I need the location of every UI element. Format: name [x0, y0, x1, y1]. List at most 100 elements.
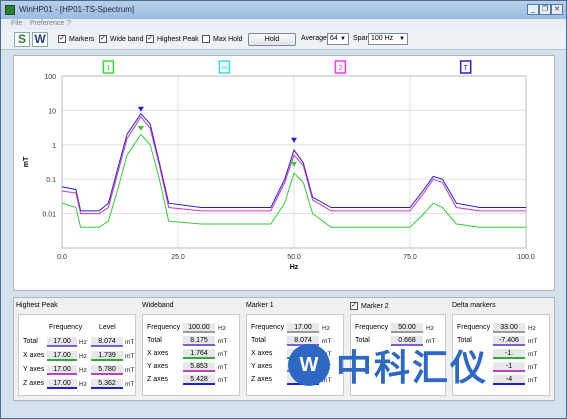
unit: mT [528, 351, 538, 358]
col-level: Level [99, 324, 116, 331]
s-button[interactable]: S [14, 32, 30, 47]
frequency-value: 17.00 [47, 379, 77, 389]
menu-preference[interactable]: Preference [30, 20, 64, 27]
level-value: 5.780 [91, 365, 123, 375]
wideband-panel: Wideband Frequency 100.00 Hz Total 8.175 mT X … [140, 300, 244, 398]
row-value: 5.428 [183, 375, 215, 385]
checkbox-box: ✓ [350, 302, 358, 310]
wideband-checkbox[interactable]: ✓ Wide band [99, 35, 143, 43]
span-select[interactable]: 100 Hz ▼ [368, 33, 408, 45]
unit: mT [125, 381, 135, 388]
spectrum-svg: 0.0 25.0 50.0 75.0 100.0 100 10 1 0.1 0.01 Hz mT 1 2 H… [23, 60, 535, 271]
row-value: 33.00 [493, 323, 525, 333]
spectrum-chart[interactable]: 0.0 25.0 50.0 75.0 100.0 100 10 1 0.1 0.01 Hz mT 1 2 H… [13, 55, 555, 291]
app-window: WinHP01 - [HP01-TS-Spectrum] _ ❐ ✕ File … [0, 0, 567, 419]
y-tick-label: 1 [52, 143, 56, 150]
menu-bar: File Preference ? [1, 19, 566, 30]
hold-button[interactable]: Hold [248, 33, 296, 46]
checkbox-box: ✓ [99, 35, 107, 43]
watermark-text: 中科汇仪 [336, 347, 489, 388]
x-tick-label: 0.0 [57, 254, 67, 261]
peak-marker [137, 106, 144, 112]
row-label: Total [23, 338, 38, 345]
row-label: Z axes [147, 376, 169, 383]
x-axis-label: Hz [290, 264, 299, 271]
y-tick-label: 100 [44, 74, 56, 81]
unit: Hz [79, 381, 87, 388]
title-bar: WinHP01 - [HP01-TS-Spectrum] _ ❐ ✕ [1, 1, 566, 19]
unit: mT [125, 339, 135, 346]
row-value: -1. [493, 349, 525, 359]
menu-help[interactable]: ? [67, 20, 71, 27]
max-hold-checkbox[interactable]: Max Hold [202, 35, 243, 43]
highest-peak-checkbox[interactable]: ✓ Highest Peak [146, 35, 199, 43]
row-value: 50.00 [391, 323, 423, 333]
row-value: 1.764 [183, 349, 215, 359]
row-value: 17.00 [287, 323, 319, 333]
row-value: 8.175 [183, 336, 215, 346]
x-tick-label: 25.0 [171, 254, 185, 261]
checkbox-box: ✓ [146, 35, 154, 43]
panel-title: Delta markers [452, 302, 496, 309]
average-select[interactable]: 64 ▼ [327, 33, 349, 45]
level-value: 5.362 [91, 379, 123, 389]
restore-button[interactable]: ❐ [539, 4, 551, 15]
marker-flag-label: 2 [338, 65, 342, 72]
frequency-value: 17.00 [47, 365, 77, 375]
level-value: 1.739 [91, 351, 123, 361]
watermark-logo-icon: W [288, 344, 330, 386]
panel-title: Marker 2 [361, 302, 389, 310]
markers-checkbox[interactable]: ✓ Markers [58, 35, 94, 43]
menu-file[interactable]: File [11, 20, 22, 27]
row-value: -4 [493, 375, 525, 385]
close-button[interactable]: ✕ [551, 4, 563, 15]
unit: mT [528, 338, 538, 345]
checkbox-label: Markers [69, 35, 95, 43]
row-label: Z axes [251, 376, 273, 383]
row-label: X axes [23, 352, 45, 359]
row-label: Y axes [147, 363, 169, 370]
y-tick-label: 0.1 [46, 177, 56, 184]
w-button[interactable]: W [32, 32, 48, 47]
row-label: Total [251, 337, 266, 344]
unit: Hz [79, 339, 87, 346]
checkbox-label: Max Hold [213, 35, 243, 43]
minimize-button[interactable]: _ [527, 4, 539, 15]
app-icon [5, 5, 15, 15]
checkbox-label: Highest Peak [157, 35, 199, 43]
x-tick-label: 75.0 [403, 254, 417, 261]
y-tick-label: 10 [48, 108, 56, 115]
row-label: Y axes [251, 363, 273, 370]
y-tick-label: 0.01 [42, 212, 56, 219]
row-label: Frequency [457, 324, 491, 331]
unit: mT [125, 367, 135, 374]
checkbox-box [202, 35, 210, 43]
unit: Hz [426, 325, 434, 332]
x-tick-label: 50.0 [287, 254, 301, 261]
row-value: -7.406 [493, 336, 525, 346]
unit: Hz [218, 325, 226, 332]
level-value: 8.074 [91, 337, 123, 347]
marker-flag-label: T [464, 65, 469, 72]
window-title: WinHP01 - [HP01-TS-Spectrum] [19, 5, 135, 14]
y-axis-label: mT [23, 156, 30, 167]
chevron-down-icon: ▼ [340, 36, 346, 42]
panel-title: Highest Peak [16, 302, 58, 309]
panel-title: Wideband [142, 302, 174, 309]
watermark: W 中科汇仪 [288, 339, 488, 391]
col-frequency: Frequency [49, 324, 83, 331]
x-tick-label: 100.0 [517, 254, 535, 261]
unit: mT [218, 338, 228, 345]
average-label: Average [301, 35, 327, 42]
span-label: Span [353, 35, 370, 42]
peak-marker [137, 126, 144, 132]
unit: mT [528, 364, 538, 371]
row-label: Frequency [147, 324, 181, 331]
unit: mT [218, 377, 228, 384]
unit: Hz [79, 367, 87, 374]
chevron-down-icon: ▼ [399, 36, 405, 42]
marker2-checkbox[interactable]: ✓ Marker 2 [350, 302, 389, 310]
panel-title: Marker 1 [246, 302, 274, 309]
peak-marker [291, 137, 297, 143]
unit: mT [125, 353, 135, 360]
